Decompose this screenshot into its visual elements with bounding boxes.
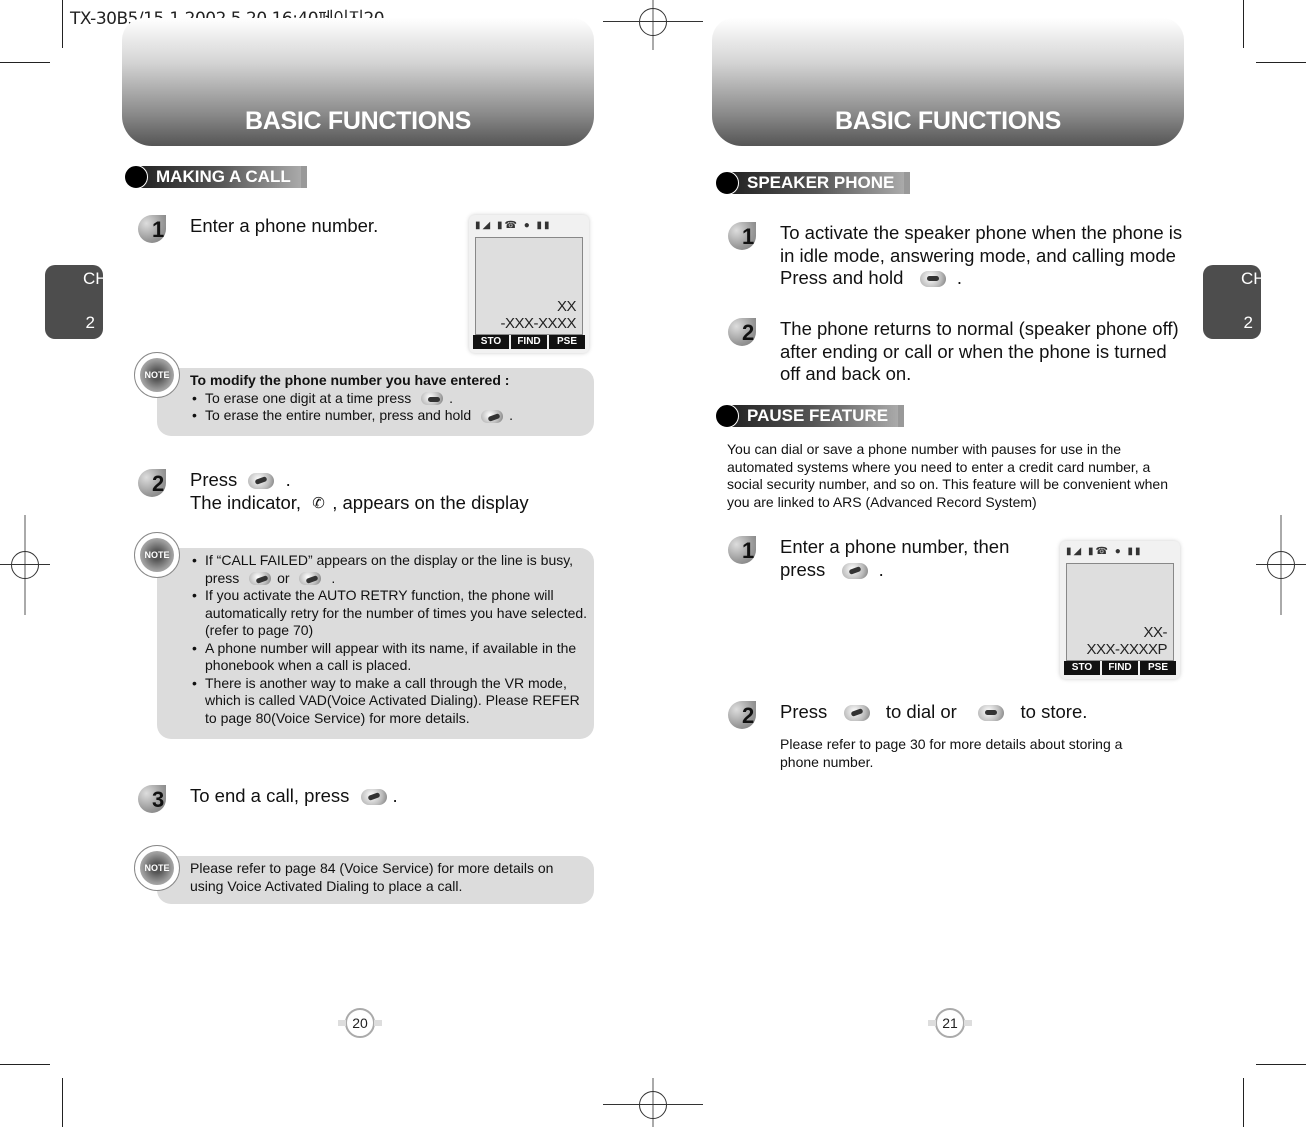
note-icon: NOTE [134, 845, 180, 891]
softkey-pse: PSE [549, 335, 585, 349]
chapter-tab-right: CH 2 [1203, 265, 1266, 339]
crop-mark [1243, 1078, 1244, 1127]
step-number-badge: 3 [138, 785, 178, 815]
end-key-icon [249, 572, 272, 586]
crop-mark [1243, 0, 1244, 48]
crop-mark [1256, 62, 1306, 63]
step-number-badge: 2 [728, 318, 768, 348]
display-screen: XX- XXX-XXXXP [1066, 563, 1174, 661]
note-text: If “CALL FAILED” appears on the display … [190, 552, 590, 727]
step-text: The phone returns to normal (speaker pho… [780, 318, 1179, 384]
storing-reference-note: Please refer to page 30 for more details… [780, 736, 1123, 770]
bullet-dot-icon [715, 404, 739, 428]
chapter-number: 2 [1243, 313, 1253, 332]
page-title: BASIC FUNCTIONS [834, 107, 1062, 135]
softkey-sto: STO [1064, 661, 1100, 675]
softkey-find: FIND [1102, 661, 1138, 675]
note-icon: NOTE [134, 352, 180, 398]
note-item: If “CALL FAILED” appears on the display … [190, 552, 590, 587]
end-key-icon [360, 789, 387, 806]
softkey-bar: STO FIND PSE [1064, 661, 1176, 675]
page-header-right: BASIC FUNCTIONS [712, 18, 1184, 146]
display-line-2: -XXX-XXXX [500, 315, 576, 332]
step-text: To activate the speaker phone when the p… [780, 222, 1183, 288]
send-key-icon [299, 572, 322, 586]
softkey-bar: STO FIND PSE [473, 335, 585, 349]
crop-mark [0, 1064, 50, 1065]
step-number-badge: 1 [138, 215, 178, 245]
note-item: There is another way to make a call thro… [190, 675, 590, 728]
step-number-badge: 1 [728, 536, 768, 566]
store-key-icon [978, 705, 1005, 722]
pause-key-icon [841, 562, 868, 579]
softkey-pse: PSE [1140, 661, 1176, 675]
pause-intro-paragraph: You can dial or save a phone number with… [727, 441, 1168, 510]
crop-mark [62, 1078, 63, 1127]
display-line-2: XXX-XXXXP [1086, 641, 1167, 658]
note-item: A phone number will appear with its name… [190, 640, 590, 675]
call-indicator-icon: ✆ [312, 494, 325, 512]
phone-display-illustration: ▮◢ ▮☎ ● ▮▮ XX -XXX-XXXX STO FIND PSE [469, 215, 589, 353]
crop-mark [0, 62, 50, 63]
phone-display-illustration: ▮◢ ▮☎ ● ▮▮ XX- XXX-XXXXP STO FIND PSE [1060, 541, 1180, 679]
crop-mark [62, 0, 63, 48]
note-text: Please refer to page 84 (Voice Service) … [190, 860, 554, 894]
note-text: To modify the phone number you have ente… [190, 372, 590, 425]
step-text: Enter a phone number. [190, 215, 379, 236]
chapter-tab-left: CH 2 [45, 265, 108, 339]
chapter-letters: CH [83, 269, 108, 288]
softkey-find: FIND [511, 335, 547, 349]
status-icons: ▮◢ ▮☎ ● ▮▮ [475, 220, 552, 231]
note-item: To erase one digit at a time press . [190, 390, 590, 408]
page-number: 21 [928, 1008, 972, 1038]
display-line-1: XX [556, 298, 577, 315]
clear-key-icon [421, 392, 444, 406]
crop-mark [1256, 1064, 1306, 1065]
page-number: 20 [338, 1008, 382, 1038]
step-text: To end a call, press . [190, 785, 398, 806]
step-number-badge: 2 [138, 469, 178, 499]
send-key-icon [248, 473, 275, 490]
note-icon: NOTE [134, 532, 180, 578]
step-text: Press to dial or to store. [780, 701, 1088, 722]
page-header-left: BASIC FUNCTIONS [122, 18, 594, 146]
display-line-1: XX- [1143, 624, 1167, 641]
bullet-dot-icon [124, 165, 148, 189]
bullet-dot-icon [715, 171, 739, 195]
note-item: To erase the entire number, press and ho… [190, 407, 590, 425]
step-number-badge: 2 [728, 701, 768, 731]
chapter-number: 2 [85, 313, 95, 332]
note-title: To modify the phone number you have ente… [190, 372, 510, 388]
send-key-icon [843, 705, 870, 722]
display-screen: XX -XXX-XXXX [475, 237, 583, 335]
status-icons: ▮◢ ▮☎ ● ▮▮ [1066, 546, 1143, 557]
softkey-sto: STO [473, 335, 509, 349]
note-item: If you activate the AUTO RETRY function,… [190, 587, 590, 640]
end-key-icon [481, 409, 504, 423]
chapter-letters: CH [1241, 269, 1266, 288]
page-title: BASIC FUNCTIONS [244, 107, 472, 135]
step-number-badge: 1 [728, 222, 768, 252]
speaker-key-icon [919, 271, 946, 288]
step-text: Press . The indicator, ✆, appears on the… [190, 469, 529, 513]
step-text: Enter a phone number, then press . [780, 536, 1010, 580]
